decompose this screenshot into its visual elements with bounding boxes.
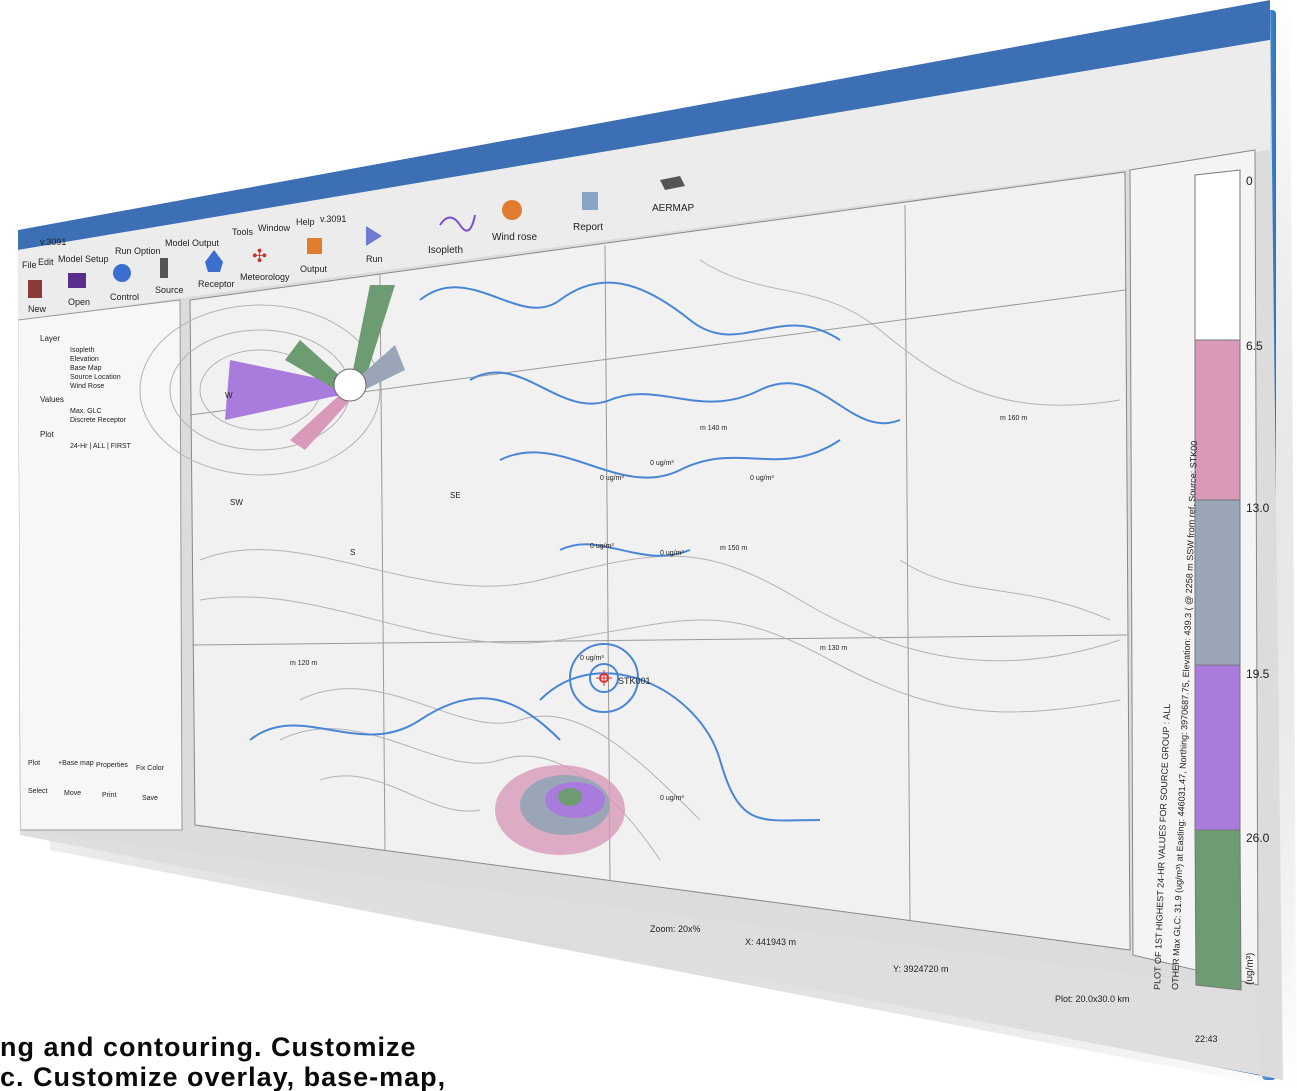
stack-icon [160, 258, 168, 278]
menu-window[interactable]: Window [258, 223, 291, 233]
status-plot: Plot: 20.0x30.0 km [1055, 994, 1130, 1004]
tree-node-values[interactable]: Values [40, 395, 64, 404]
tree-item-elevation[interactable]: Elevation [70, 356, 99, 363]
rose-dir-sw: SW [230, 498, 243, 507]
app-window: PLOT OF 1ST HIGHEST 24-HR VALUES FOR SOU… [18, 0, 1270, 1080]
tool-print[interactable]: Print [102, 792, 116, 799]
caption: ng and contouring. Customize c. Customiz… [0, 1030, 680, 1091]
status-y: Y: 3924720 m [893, 964, 949, 974]
menu-run-option[interactable]: Run Option [115, 246, 161, 256]
legend-unit: (ug/m³) [1244, 953, 1256, 986]
map-canvas [189, 171, 1131, 951]
tree-item-discrete-receptor[interactable]: Discrete Receptor [70, 417, 127, 424]
rose-dir-s: S [350, 548, 355, 557]
menu-help[interactable]: Help [296, 217, 315, 227]
status-x: X: 441943 m [745, 937, 796, 947]
open-folder-icon [68, 273, 86, 288]
toolbar-label-control: Control [110, 292, 139, 302]
legend-tick-3: 19.5 [1246, 667, 1270, 681]
elev-label-1: m 120 m [290, 660, 317, 667]
toolbar-label-run: Run [366, 254, 383, 264]
toolbar-label-report: Report [573, 222, 603, 233]
elev-label-2: m 130 m [820, 645, 847, 652]
contour-label-5: 0 ug/m³ [750, 475, 774, 482]
version-label: v.3091 [320, 214, 346, 224]
legend-tick-2: 13.0 [1246, 501, 1270, 515]
contour-label-3: 0 ug/m³ [590, 543, 614, 550]
app-screenshot: PLOT OF 1ST HIGHEST 24-HR VALUES FOR SOU… [18, 0, 1283, 1080]
legend-tick-0: 0 [1246, 174, 1253, 188]
new-file-icon [28, 280, 42, 298]
tree-item-wind-rose[interactable]: Wind Rose [70, 383, 104, 390]
tool-move[interactable]: Move [64, 790, 81, 797]
legend-tick-4: 26.0 [1246, 831, 1270, 845]
report-icon [582, 192, 598, 210]
toolbar-label-new: New [28, 304, 47, 314]
menu-edit[interactable]: Edit [38, 257, 54, 267]
wind-turbine-icon: ✣ [252, 246, 267, 267]
elev-label-3: m 140 m [700, 425, 727, 432]
source-label: STK001 [618, 676, 651, 686]
elev-label-4: m 150 m [720, 545, 747, 552]
status-zoom: Zoom: 20x% [650, 924, 701, 934]
contour-label-6: 0 ug/m³ [580, 655, 604, 662]
rose-dir-w: W [225, 391, 233, 400]
menu-file[interactable]: File [22, 260, 37, 270]
caption-line-2: c. Customize overlay, base-map, [0, 1062, 447, 1091]
menu-model-output[interactable]: Model Output [165, 238, 220, 248]
wind-rose-icon [502, 200, 522, 220]
tree-node-layer[interactable]: Layer [40, 334, 60, 343]
caption-line-1: ng and contouring. Customize [0, 1032, 417, 1062]
tool-plot[interactable]: Plot [28, 760, 40, 767]
contour-label-1: 0 ug/m³ [600, 475, 624, 482]
toolbar-label-wind-rose: Wind rose [492, 232, 537, 243]
contour-label-2: 0 ug/m³ [650, 460, 674, 467]
rose-dir-se: SE [450, 491, 461, 500]
tool-base-map[interactable]: +Base map [58, 760, 94, 767]
toolbar-label-isopleth: Isopleth [428, 245, 463, 256]
window-title: v.3091 [40, 237, 66, 247]
toolbar-label-aermap: AERMAP [652, 203, 695, 214]
tree-item-24hr[interactable]: 24-Hr | ALL | FIRST [70, 443, 132, 450]
tool-save[interactable]: Save [142, 795, 158, 802]
menu-model-setup[interactable]: Model Setup [58, 254, 109, 264]
clock: 22:43 [1195, 1034, 1218, 1044]
toolbar-label-source: Source [155, 285, 184, 295]
contour-label-7: 0 ug/m³ [660, 795, 684, 802]
toolbar-label-output: Output [300, 264, 328, 274]
toolbar-label-receptor: Receptor [198, 279, 235, 289]
legend-bar [1194, 169, 1242, 991]
menu-tools[interactable]: Tools [232, 227, 254, 237]
gear-icon [113, 264, 131, 282]
tree-item-base-map[interactable]: Base Map [70, 365, 102, 372]
toolbar-label-meteorology: Meteorology [240, 272, 290, 282]
tool-select[interactable]: Select [28, 788, 48, 795]
max-glc-hotspot [495, 765, 625, 855]
tree-item-isopleth[interactable]: Isopleth [70, 347, 95, 354]
tree-item-max-glc[interactable]: Max. GLC [70, 408, 102, 415]
output-icon [307, 238, 322, 254]
toolbar-label-open: Open [68, 297, 90, 307]
tree-item-source-location[interactable]: Source Location [70, 374, 121, 381]
tool-fix-color[interactable]: Fix Color [136, 765, 165, 772]
tree-node-plot[interactable]: Plot [40, 430, 55, 439]
tool-properties[interactable]: Properties [96, 762, 128, 769]
elev-label-5: m 160 m [1000, 415, 1027, 422]
contour-label-4: 0 ug/m³ [660, 550, 684, 557]
legend-tick-1: 6.5 [1246, 339, 1263, 353]
